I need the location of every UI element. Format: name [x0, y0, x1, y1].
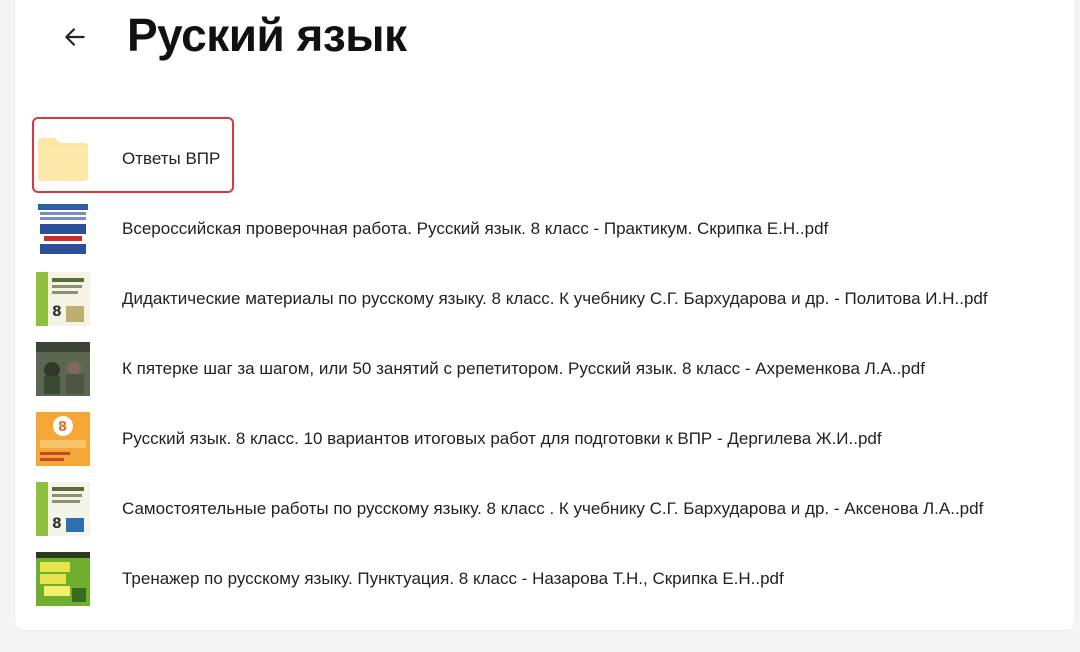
- list-item-file[interactable]: 8 Самостоятельные работы по русскому язы…: [36, 476, 1046, 542]
- book-cover-thumbnail: 8: [36, 482, 90, 536]
- folder-icon: [36, 132, 90, 186]
- list-item-label: Самостоятельные работы по русскому языку…: [122, 499, 984, 518]
- book-cover-thumbnail: [36, 342, 90, 396]
- list-item-label: Всероссийская проверочная работа. Русски…: [122, 219, 829, 238]
- book-cover-thumbnail: [36, 202, 90, 256]
- list-item-label: Дидактические материалы по русскому язык…: [122, 289, 988, 308]
- list-item-label: Ответы ВПР: [122, 149, 221, 168]
- book-cover-thumbnail: [36, 552, 90, 606]
- list-item-folder[interactable]: Ответы ВПР: [36, 126, 1046, 192]
- list-item-file[interactable]: Всероссийская проверочная работа. Русски…: [36, 196, 1046, 262]
- list-item-file[interactable]: 8 Дидактические материалы по русскому яз…: [36, 266, 1046, 332]
- book-cover-thumbnail: 8: [36, 412, 90, 466]
- svg-text:8: 8: [52, 304, 62, 320]
- back-button[interactable]: [57, 19, 93, 55]
- svg-text:8: 8: [52, 516, 62, 532]
- list-item-label: Русский язык. 8 класс. 10 вариантов итог…: [122, 429, 882, 448]
- arrow-left-icon: [65, 28, 85, 46]
- page-title: Руский язык: [127, 9, 407, 61]
- list-item-label: К пятерке шаг за шагом, или 50 занятий с…: [122, 359, 925, 378]
- svg-text:8: 8: [58, 420, 67, 435]
- list-item-label: Тренажер по русскому языку. Пунктуация. …: [122, 569, 784, 588]
- header: Руский язык: [15, 0, 1075, 71]
- list-item-file[interactable]: 8 Русский язык. 8 класс. 10 вариантов ит…: [36, 406, 1046, 472]
- list-item-file[interactable]: Тренажер по русскому языку. Пунктуация. …: [36, 546, 1046, 612]
- book-cover-thumbnail: 8: [36, 272, 90, 326]
- list-item-file[interactable]: К пятерке шаг за шагом, или 50 занятий с…: [36, 336, 1046, 402]
